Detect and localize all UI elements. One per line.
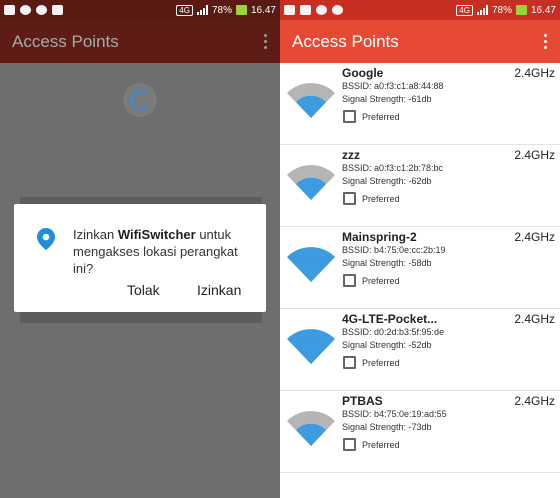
ssid-label: zzz <box>342 148 360 162</box>
status-bar: 4G 78% 16.47 <box>280 0 560 20</box>
bssid-label: BSSID: a0:f3:c1:a8:44:88 <box>342 81 444 91</box>
dimmed-content: Izinkan WifiSwitcher untuk mengakses lok… <box>0 63 280 498</box>
cell-signal-icon <box>476 5 488 15</box>
bssid-label: BSSID: b4:75:0e:19:ad:55 <box>342 409 447 419</box>
frequency-label: 2.4GHz <box>514 148 555 162</box>
dialog-app-name: WifiSwitcher <box>117 227 196 242</box>
wifi-signal-icon <box>287 411 335 446</box>
access-point-row[interactable]: zzz 2.4GHz BSSID: a0:f3:c1:2b:78:bc Sign… <box>280 145 560 227</box>
ssid-label: Mainspring-2 <box>342 230 417 244</box>
preferred-checkbox[interactable] <box>343 274 356 287</box>
overflow-menu-icon[interactable] <box>538 32 552 52</box>
dialog-message-prefix: Izinkan <box>73 227 118 242</box>
preferred-checkbox[interactable] <box>343 356 356 369</box>
page-title: Access Points <box>292 31 399 51</box>
overflow-menu-icon[interactable] <box>258 32 272 52</box>
left-screen: 4G 78% 16.47 Access Points Izinkan WifiS… <box>0 0 280 498</box>
right-screen: 4G 78% 16.47 Access Points Google 2.4GHz… <box>280 0 560 498</box>
wifi-signal-icon <box>287 165 335 200</box>
battery-icon <box>515 5 527 15</box>
bssid-label: BSSID: a0:f3:c1:2b:78:bc <box>342 163 444 173</box>
battery-percent: 78% <box>491 4 512 16</box>
preferred-label: Preferred <box>362 440 400 450</box>
bssid-label: BSSID: d0:2d:b3:5f:95:de <box>342 327 445 337</box>
preferred-label: Preferred <box>362 276 400 286</box>
preferred-label: Preferred <box>362 194 400 204</box>
image-icon <box>300 5 311 15</box>
signal-strength-label: Signal Strength: -52db <box>342 340 432 350</box>
deny-button[interactable]: Tolak <box>127 282 160 298</box>
battery-percent: 78% <box>211 4 232 16</box>
sync-icon <box>316 5 327 15</box>
network-type: 4G <box>176 4 193 16</box>
whatsapp-icon <box>332 5 343 15</box>
page-title: Access Points <box>12 31 119 51</box>
sync-icon <box>20 5 31 15</box>
frequency-label: 2.4GHz <box>514 312 555 326</box>
wifi-signal-icon <box>287 83 335 118</box>
allow-button[interactable]: Izinkan <box>197 282 241 298</box>
clock: 16.47 <box>530 4 556 16</box>
ssid-label: PTBAS <box>342 394 383 408</box>
wifi-signal-icon <box>287 329 335 364</box>
location-pin-icon <box>37 228 55 250</box>
frequency-label: 2.4GHz <box>514 394 555 408</box>
preferred-label: Preferred <box>362 358 400 368</box>
cell-signal-icon <box>196 5 208 15</box>
signal-strength-label: Signal Strength: -62db <box>342 176 432 186</box>
signal-strength-label: Signal Strength: -61db <box>342 94 432 104</box>
access-point-list: Google 2.4GHz BSSID: a0:f3:c1:a8:44:88 S… <box>280 63 560 473</box>
notification-icon <box>284 5 295 15</box>
frequency-label: 2.4GHz <box>514 66 555 80</box>
spinner-icon <box>130 90 150 110</box>
wifi-signal-icon <box>287 247 335 282</box>
signal-strength-label: Signal Strength: -58db <box>342 258 432 268</box>
permission-dialog: Izinkan WifiSwitcher untuk mengakses lok… <box>14 204 266 312</box>
status-bar: 4G 78% 16.47 <box>0 0 280 20</box>
preferred-checkbox[interactable] <box>343 110 356 123</box>
access-point-row[interactable]: 4G-LTE-Pocket... 2.4GHz BSSID: d0:2d:b3:… <box>280 309 560 391</box>
app-bar: Access Points <box>0 20 280 63</box>
app-bar: Access Points <box>280 20 560 63</box>
preferred-label: Preferred <box>362 112 400 122</box>
whatsapp-icon <box>36 5 47 15</box>
notification-icon <box>4 5 15 15</box>
access-point-row[interactable]: PTBAS 2.4GHz BSSID: b4:75:0e:19:ad:55 Si… <box>280 391 560 473</box>
frequency-label: 2.4GHz <box>514 230 555 244</box>
clock: 16.47 <box>250 4 276 16</box>
bssid-label: BSSID: b4:75:0e:cc:2b:19 <box>342 245 446 255</box>
ssid-label: 4G-LTE-Pocket... <box>342 312 438 326</box>
loading-indicator <box>123 83 157 117</box>
ssid-label: Google <box>342 66 384 80</box>
signal-strength-label: Signal Strength: -73db <box>342 422 432 432</box>
network-type: 4G <box>456 4 473 16</box>
battery-icon <box>235 5 247 15</box>
preferred-checkbox[interactable] <box>343 192 356 205</box>
dialog-message: Izinkan WifiSwitcher untuk mengakses lok… <box>73 226 259 277</box>
access-point-row[interactable]: Google 2.4GHz BSSID: a0:f3:c1:a8:44:88 S… <box>280 63 560 145</box>
image-icon <box>52 5 63 15</box>
access-point-row[interactable]: Mainspring-2 2.4GHz BSSID: b4:75:0e:cc:2… <box>280 227 560 309</box>
preferred-checkbox[interactable] <box>343 438 356 451</box>
